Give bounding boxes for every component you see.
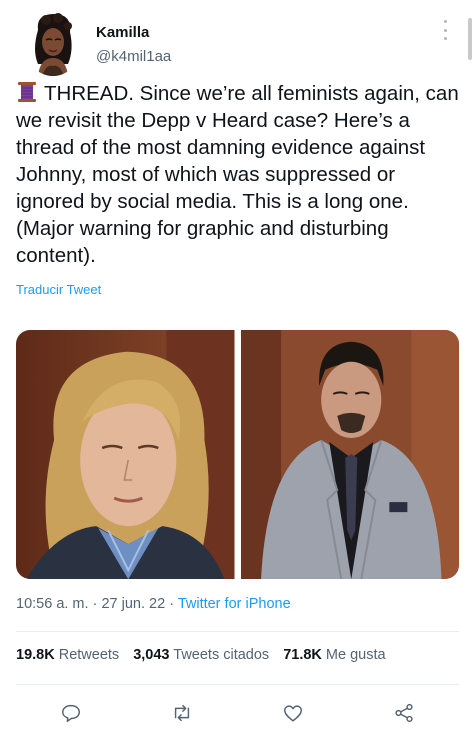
- tweet-stats: 19.8K Retweets 3,043 Tweets citados 71.8…: [16, 647, 386, 663]
- retweets-label: Retweets: [58, 647, 120, 663]
- media-grid: [16, 330, 459, 579]
- source-app-link[interactable]: Twitter for iPhone: [178, 596, 291, 612]
- photo-right[interactable]: [240, 330, 459, 579]
- quotes-count: 3,043: [133, 647, 170, 663]
- tweet-meta: 10:56 a. m. · 27 jun. 22 · Twitter for i…: [16, 596, 291, 612]
- user-handle[interactable]: @k4mil1aa: [96, 48, 171, 65]
- quotes-label: Tweets citados: [173, 647, 270, 663]
- likes-label: Me gusta: [325, 647, 386, 663]
- photo-man-icon: [240, 330, 459, 579]
- meta-separator: ·: [92, 596, 98, 612]
- likes-stat[interactable]: 71.8K Me gusta: [283, 647, 385, 663]
- divider: [16, 631, 459, 632]
- meta-separator: ·: [169, 596, 175, 612]
- tweet-text: THREAD. Since we’re all feminists again,…: [16, 80, 462, 269]
- avatar[interactable]: [24, 10, 82, 76]
- tweet-header: Kamilla @k4mil1aa: [16, 10, 456, 78]
- display-name[interactable]: Kamilla: [96, 24, 149, 41]
- divider: [16, 684, 459, 685]
- tweet-time: 10:56 a. m.: [16, 596, 89, 612]
- photo-woman-icon: [16, 330, 235, 579]
- translate-tweet-link[interactable]: Traducir Tweet: [16, 282, 101, 297]
- action-bar: [16, 698, 459, 728]
- like-icon[interactable]: [278, 698, 308, 728]
- more-options-icon[interactable]: [442, 20, 448, 40]
- retweet-icon[interactable]: [167, 698, 197, 728]
- photo-left[interactable]: [16, 330, 235, 579]
- likes-count: 71.8K: [283, 647, 322, 663]
- tweet-body: THREAD. Since we’re all feminists again,…: [16, 82, 465, 267]
- share-icon[interactable]: [389, 698, 419, 728]
- reply-icon[interactable]: [56, 698, 86, 728]
- avatar-illustration-icon: [24, 10, 82, 76]
- retweets-stat[interactable]: 19.8K Retweets: [16, 647, 119, 663]
- scrollbar[interactable]: [468, 18, 472, 60]
- thread-spool-icon: [16, 81, 38, 103]
- quotes-stat[interactable]: 3,043 Tweets citados: [133, 647, 269, 663]
- retweets-count: 19.8K: [16, 647, 55, 663]
- tweet-date: 27 jun. 22: [101, 596, 166, 612]
